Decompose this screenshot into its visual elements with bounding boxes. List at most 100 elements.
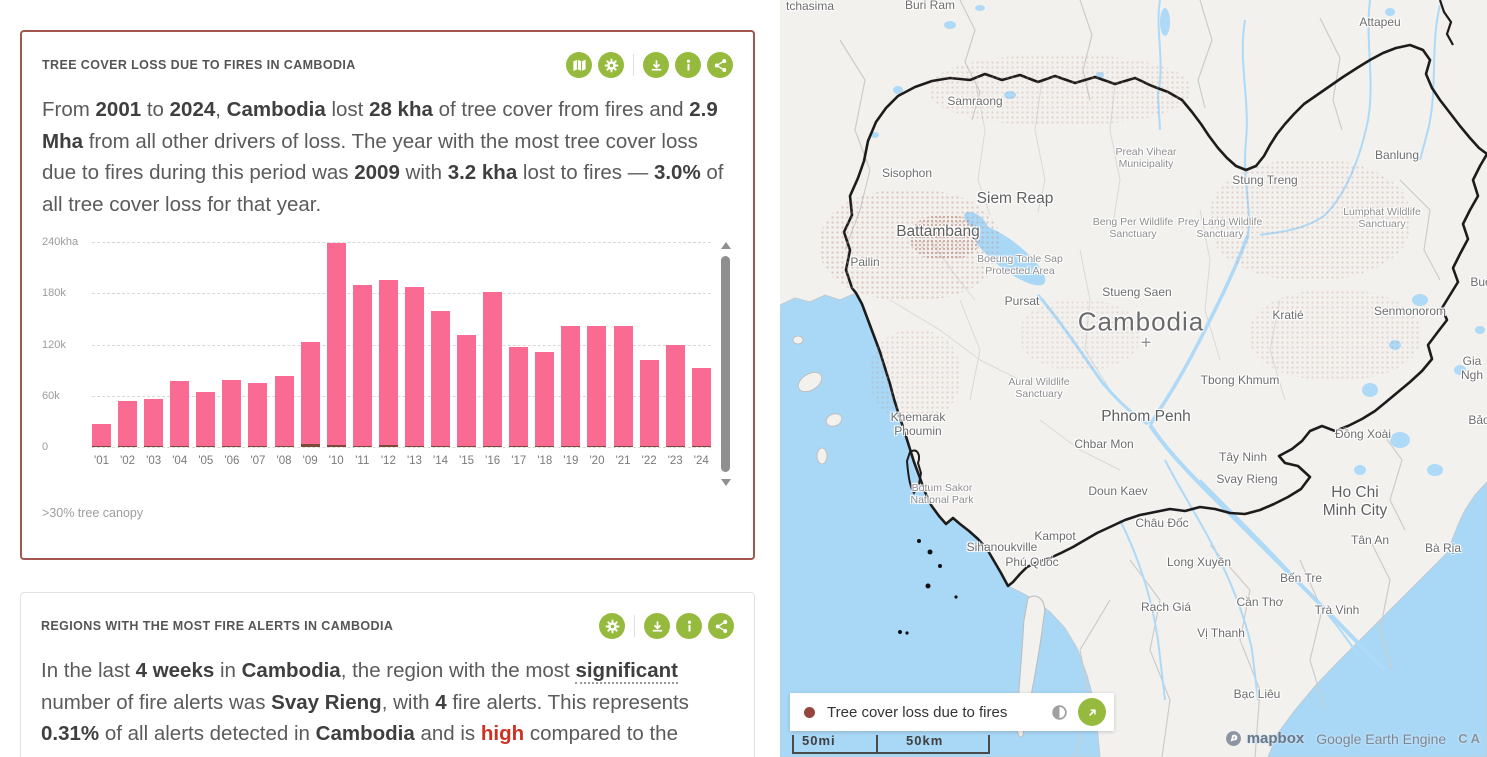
widget2-summary: In the last 4 weeks in Cambodia, the reg… xyxy=(41,655,734,750)
y-axis-tick: 120k xyxy=(42,339,66,351)
x-axis-tick: '15 xyxy=(457,447,476,473)
scroll-up-arrow-icon[interactable] xyxy=(721,242,731,249)
bar-segment-other-drivers[interactable] xyxy=(561,326,580,446)
widget2-toolbar xyxy=(599,613,734,639)
chart-y-axis: 240kha180k120k60k0 xyxy=(42,242,92,473)
settings-icon-button[interactable] xyxy=(598,52,624,78)
bar-year-15[interactable]: '15 xyxy=(457,242,476,473)
bar-segment-other-drivers[interactable] xyxy=(587,326,606,446)
gfw-dashboard: TREE COVER LOSS DUE TO FIRES IN CAMBODIA… xyxy=(0,0,1487,757)
download-icon xyxy=(649,58,664,73)
carto-attribution[interactable]: CA xyxy=(1458,731,1483,746)
mapbox-logo[interactable]: mapbox xyxy=(1225,730,1305,747)
bar-segment-other-drivers[interactable] xyxy=(535,352,554,446)
widget2-title: REGIONS WITH THE MOST FIRE ALERTS IN CAM… xyxy=(41,619,393,633)
bar-segment-other-drivers[interactable] xyxy=(170,381,189,446)
bar-year-18[interactable]: '18 xyxy=(535,242,554,473)
bar-year-03[interactable]: '03 xyxy=(144,242,163,473)
bar-year-05[interactable]: '05 xyxy=(196,242,215,473)
bar-segment-other-drivers[interactable] xyxy=(509,347,528,446)
bar-segment-other-drivers[interactable] xyxy=(301,342,320,445)
bar-year-22[interactable]: '22 xyxy=(640,242,659,473)
bar-year-10[interactable]: '10 xyxy=(327,242,346,473)
bar-year-14[interactable]: '14 xyxy=(431,242,450,473)
settings-icon xyxy=(605,619,620,634)
bar-segment-other-drivers[interactable] xyxy=(431,311,450,446)
y-axis-tick: 60k xyxy=(42,390,60,402)
bar-segment-other-drivers[interactable] xyxy=(144,399,163,446)
legend-share-button[interactable] xyxy=(1078,698,1106,726)
bar-year-02[interactable]: '02 xyxy=(118,242,137,473)
x-axis-tick: '01 xyxy=(92,447,111,473)
bar-year-12[interactable]: '12 xyxy=(379,242,398,473)
bar-segment-other-drivers[interactable] xyxy=(248,383,267,446)
bar-year-06[interactable]: '06 xyxy=(222,242,241,473)
scroll-down-arrow-icon[interactable] xyxy=(721,479,731,486)
download-icon-button[interactable] xyxy=(644,613,670,639)
settings-icon-button[interactable] xyxy=(599,613,625,639)
x-axis-tick: '09 xyxy=(301,447,320,473)
y-axis-tick: 180k xyxy=(42,287,66,299)
x-axis-tick: '11 xyxy=(353,447,372,473)
canopy-footnote: >30% tree canopy xyxy=(42,506,733,520)
download-icon-button[interactable] xyxy=(643,52,669,78)
x-axis-tick: '10 xyxy=(327,447,346,473)
google-earth-engine-attribution[interactable]: Google Earth Engine xyxy=(1316,731,1446,747)
bar-segment-other-drivers[interactable] xyxy=(353,285,372,446)
bar-year-19[interactable]: '19 xyxy=(561,242,580,473)
opacity-icon[interactable] xyxy=(1046,699,1072,725)
bar-segment-other-drivers[interactable] xyxy=(327,243,346,445)
x-axis-tick: '06 xyxy=(222,447,241,473)
info-icon-button[interactable] xyxy=(676,613,702,639)
chart-scrollbar[interactable] xyxy=(719,240,733,488)
x-axis-tick: '24 xyxy=(692,447,711,473)
bar-segment-other-drivers[interactable] xyxy=(692,368,711,446)
bar-segment-other-drivers[interactable] xyxy=(640,360,659,446)
bar-year-17[interactable]: '17 xyxy=(509,242,528,473)
scrollbar-thumb[interactable] xyxy=(721,256,730,472)
info-icon xyxy=(682,619,697,634)
y-axis-tick: 240kha xyxy=(42,236,78,248)
bar-segment-other-drivers[interactable] xyxy=(118,401,137,446)
bar-segment-other-drivers[interactable] xyxy=(379,280,398,446)
bar-segment-other-drivers[interactable] xyxy=(614,326,633,446)
bar-segment-other-drivers[interactable] xyxy=(275,376,294,446)
map-attribution: mapbox Google Earth Engine CA xyxy=(1225,730,1483,747)
x-axis-tick: '16 xyxy=(483,447,502,473)
bar-year-13[interactable]: '13 xyxy=(405,242,424,473)
scale-miles: 50mi xyxy=(792,735,878,754)
bar-year-23[interactable]: '23 xyxy=(666,242,685,473)
bar-year-08[interactable]: '08 xyxy=(275,242,294,473)
bar-year-01[interactable]: '01 xyxy=(92,242,111,473)
bar-year-16[interactable]: '16 xyxy=(483,242,502,473)
bar-segment-other-drivers[interactable] xyxy=(457,335,476,446)
x-axis-tick: '23 xyxy=(666,447,685,473)
bar-year-07[interactable]: '07 xyxy=(248,242,267,473)
bar-segment-other-drivers[interactable] xyxy=(92,424,111,446)
toolbar-divider xyxy=(634,615,635,637)
bar-segment-other-drivers[interactable] xyxy=(196,392,215,446)
map-canvas[interactable]: tchasimaBuri RamAttapeuSamraongSisophonS… xyxy=(780,0,1487,757)
basemap-svg xyxy=(780,0,1487,757)
bar-segment-other-drivers[interactable] xyxy=(483,292,502,446)
map-icon-button[interactable] xyxy=(566,52,592,78)
share-icon-button[interactable] xyxy=(708,613,734,639)
share-icon-button[interactable] xyxy=(707,52,733,78)
info-icon-button[interactable] xyxy=(675,52,701,78)
bar-year-21[interactable]: '21 xyxy=(614,242,633,473)
bar-segment-other-drivers[interactable] xyxy=(222,380,241,446)
tree-cover-loss-chart: 240kha180k120k60k0 '01'02'03'04'05'06'07… xyxy=(42,242,733,490)
bar-year-24[interactable]: '24 xyxy=(692,242,711,473)
info-icon xyxy=(681,58,696,73)
y-axis-tick: 0 xyxy=(42,441,48,453)
bar-segment-other-drivers[interactable] xyxy=(666,345,685,446)
widget1-toolbar xyxy=(566,52,733,78)
widget1-title: TREE COVER LOSS DUE TO FIRES IN CAMBODIA xyxy=(42,58,356,72)
bar-year-04[interactable]: '04 xyxy=(170,242,189,473)
bar-year-09[interactable]: '09 xyxy=(301,242,320,473)
widget-fire-alerts-regions: REGIONS WITH THE MOST FIRE ALERTS IN CAM… xyxy=(20,592,755,757)
x-axis-tick: '20 xyxy=(587,447,606,473)
bar-year-20[interactable]: '20 xyxy=(587,242,606,473)
bar-segment-other-drivers[interactable] xyxy=(405,287,424,446)
bar-year-11[interactable]: '11 xyxy=(353,242,372,473)
